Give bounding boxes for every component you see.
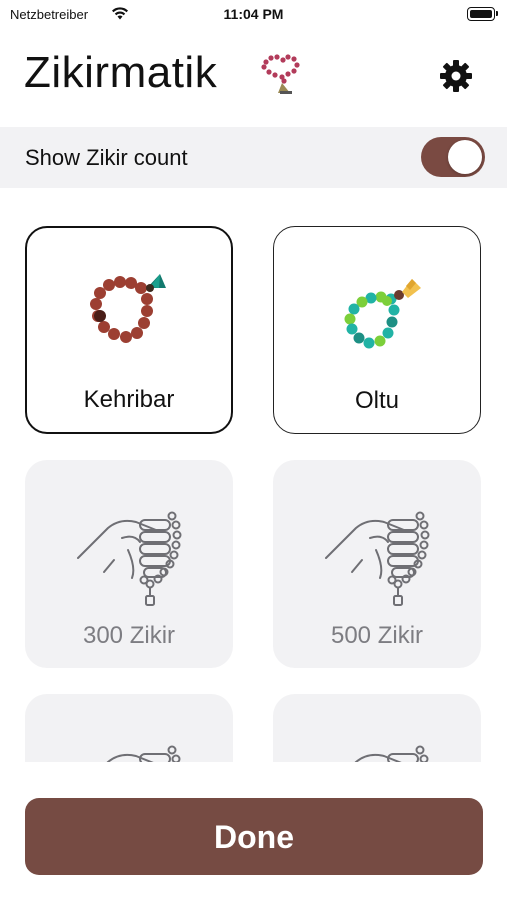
page-title: Zikirmatik — [24, 48, 218, 97]
green-beads-icon — [344, 279, 421, 349]
tesbih-card-locked[interactable] — [25, 694, 233, 762]
clock: 11:04 PM — [223, 6, 284, 22]
tesbih-card-locked[interactable] — [273, 694, 481, 762]
gear-icon[interactable] — [438, 58, 474, 94]
tesbih-card-300-zikir[interactable]: 300 Zikir — [25, 460, 233, 668]
tesbih-card-kehribar[interactable]: Kehribar — [25, 226, 233, 434]
show-count-toggle[interactable] — [421, 137, 485, 177]
red-beads-icon — [90, 274, 166, 343]
tesbih-card-label: Kehribar — [83, 386, 175, 413]
tesbih-card-label: 500 Zikir — [330, 622, 424, 649]
hand-tesbih-icon — [325, 511, 430, 606]
tesbih-card-label: 300 Zikir — [82, 622, 176, 649]
tesbih-card-500-zikir[interactable]: 500 Zikir — [273, 460, 481, 668]
show-count-label: Show Zikir count — [25, 145, 188, 170]
done-button[interactable]: Done — [25, 798, 483, 875]
tesbih-grid: Kehribar Oltu 300 Zikir 500 Zikir — [0, 190, 507, 762]
status-bar: Netzbetreiber 11:04 PM — [0, 0, 507, 30]
battery-icon — [467, 7, 498, 21]
toggle-knob — [448, 140, 482, 174]
tesbih-card-oltu[interactable]: Oltu — [273, 226, 481, 434]
tesbih-card-label: Oltu — [354, 387, 399, 414]
hand-tesbih-icon — [77, 511, 182, 606]
hand-tesbih-icon — [106, 745, 181, 762]
tesbih-icon — [261, 54, 300, 94]
hand-tesbih-icon — [354, 745, 429, 762]
